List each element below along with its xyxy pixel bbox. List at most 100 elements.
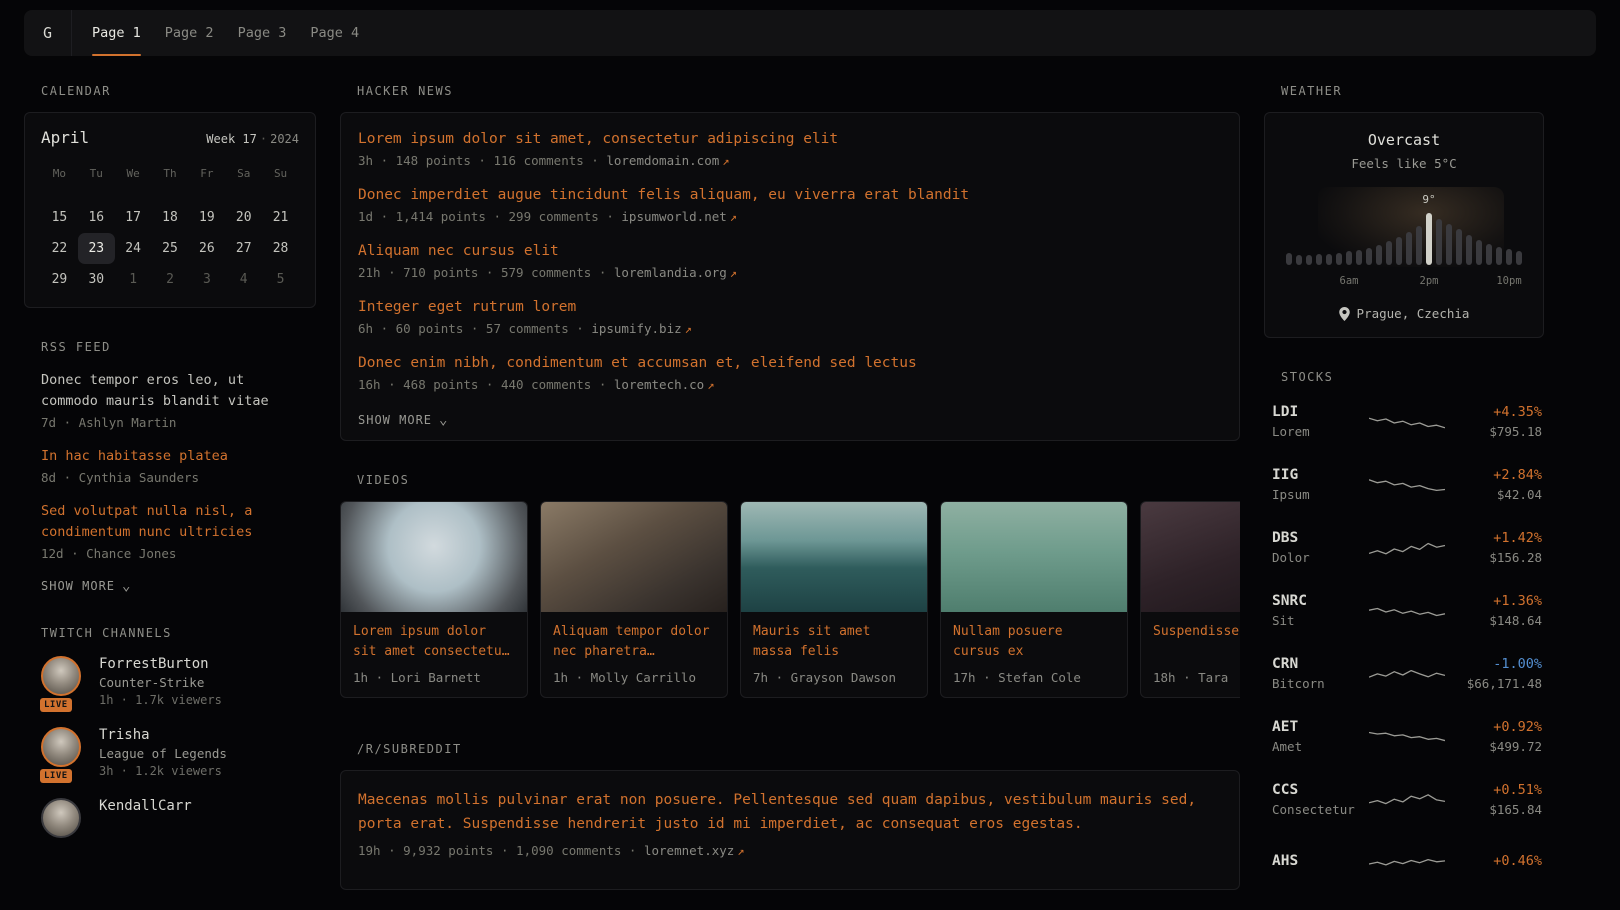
stock-info: DBS Dolor [1272,530,1359,565]
chevron-down-icon: ⌄ [122,582,131,590]
page-tabs: Page 1 Page 2 Page 3 Page 4 [80,10,371,56]
stocks-section: STOCKS LDI Lorem +4.35% $795.18 IIG [1264,370,1544,886]
video-body: Mauris sit amet massa felis 7h · Grayson… [741,612,927,697]
video-title-link[interactable]: Suspendisse diam [1153,622,1240,661]
external-link-icon: ↗ [730,266,737,280]
tab-page-4[interactable]: Page 4 [298,10,371,56]
twitch-channel-row[interactable]: KendallCarr [41,798,299,838]
stock-sparkline [1369,533,1445,563]
external-link-icon: ↗ [737,844,744,858]
rss-item-meta: 7d · Ashlyn Martin [41,415,299,430]
right-column: WEATHER Overcast Feels like 5°C 9° 6am2p… [1264,84,1544,902]
stock-info: IIG Ipsum [1272,467,1359,502]
hn-item-domain-link[interactable]: ipsumworld.net [621,209,726,224]
reddit-post-domain-link[interactable]: loremnet.xyz [644,843,734,858]
weather-bar [1386,241,1392,265]
reddit-post-meta: 19h · 9,932 points · 1,090 comments · lo… [358,843,1222,858]
hn-item-meta-text: 1d · 1,414 points · 299 comments · [358,209,614,224]
weather-bar [1296,255,1302,265]
reddit-post: Maecenas mollis pulvinar erat non posuer… [358,789,1222,858]
twitch-channel-row[interactable]: LIVE Trisha League of Legends 3h · 1.2k … [41,727,299,778]
video-title-link[interactable]: Mauris sit amet massa felis [753,622,915,661]
calendar-date: 5 [262,264,299,295]
stock-ticker: AHS [1272,853,1359,869]
video-card[interactable]: Aliquam tempor dolor nec pharetra… 1h · … [540,501,728,698]
weather-bar [1356,250,1362,265]
stock-row[interactable]: CCS Consectetur +0.51% $165.84 [1264,776,1544,823]
weather-time-labels: 6am2pm10pm [1286,275,1522,288]
hn-item: Integer eget rutrum lorem 6h · 60 points… [358,299,1222,336]
weather-bar [1346,251,1352,265]
subreddit-section: /R/SUBREDDIT Maecenas mollis pulvinar er… [340,742,1240,890]
video-card[interactable]: Lorem ipsum dolor sit amet consectetu… 1… [340,501,528,698]
video-card[interactable]: Suspendisse diam 18h · Tara [1140,501,1240,698]
twitch-channel-row[interactable]: LIVE ForrestBurton Counter-Strike 1h · 1… [41,656,299,707]
stock-row[interactable]: AHS +0.46% [1264,839,1544,886]
twitch-channel-game: League of Legends [99,746,227,761]
stock-ticker: CRN [1272,656,1359,672]
hn-item-domain-link[interactable]: loremlandia.org [614,265,727,280]
weather-bar [1516,251,1522,265]
weather-bar [1446,224,1452,265]
app-logo[interactable]: G [24,10,72,56]
weather-time-label: 2pm [1420,275,1439,287]
hn-item-title-link[interactable]: Lorem ipsum dolor sit amet, consectetur … [358,131,1222,147]
weather-bar [1486,244,1492,265]
video-title-link[interactable]: Aliquam tempor dolor nec pharetra… [553,622,715,661]
videos-scroller[interactable]: Lorem ipsum dolor sit amet consectetu… 1… [340,501,1240,698]
rss-item-title-link[interactable]: Sed volutpat nulla nisl, a condimentum n… [41,501,299,543]
video-card[interactable]: Nullam posuere cursus ex 17h · Stefan Co… [940,501,1128,698]
day-header: Mo [41,161,78,188]
stock-row[interactable]: IIG Ipsum +2.84% $42.04 [1264,461,1544,508]
day-header: Th [152,161,189,188]
hn-item-domain-link[interactable]: loremdomain.com [606,153,719,168]
stock-change: +0.46% [1455,853,1542,869]
hn-item-title-link[interactable]: Aliquam nec cursus elit [358,243,1222,259]
stock-row[interactable]: DBS Dolor +1.42% $156.28 [1264,524,1544,571]
video-title-link[interactable]: Lorem ipsum dolor sit amet consectetu… [353,622,515,661]
video-card[interactable]: Mauris sit amet massa felis 7h · Grayson… [740,501,928,698]
weather-section-title: WEATHER [1264,84,1544,98]
rss-section-title: RSS FEED [24,340,316,354]
stocks-section-title: STOCKS [1264,370,1544,384]
stock-values: +0.51% $165.84 [1455,782,1542,817]
hn-item-title-link[interactable]: Donec imperdiet augue tincidunt felis al… [358,187,1222,203]
weather-bar [1336,253,1342,265]
hn-item-title-link[interactable]: Donec enim nibh, condimentum et accumsan… [358,355,1222,371]
calendar-date: 15 [41,202,78,233]
hn-item: Lorem ipsum dolor sit amet, consectetur … [358,131,1222,168]
rss-item-title-link[interactable]: In hac habitasse platea [41,446,299,467]
rss-item: Donec tempor eros leo, ut commodo mauris… [41,370,299,430]
hn-item-domain-link[interactable]: loremtech.co [614,377,704,392]
stock-values: +4.35% $795.18 [1455,404,1542,439]
stock-row[interactable]: SNRC Sit +1.36% $148.64 [1264,587,1544,634]
tab-page-3[interactable]: Page 3 [226,10,299,56]
stock-sparkline [1369,470,1445,500]
calendar-separator: · [260,132,267,146]
tab-page-1[interactable]: Page 1 [80,10,153,56]
videos-section-title: VIDEOS [340,473,1240,487]
weather-bar [1406,232,1412,265]
rss-item-meta: 12d · Chance Jones [41,546,299,561]
reddit-post-title-link[interactable]: Maecenas mollis pulvinar erat non posuer… [358,789,1222,837]
calendar-date: 28 [262,233,299,264]
hn-item-meta: 6h · 60 points · 57 comments · ipsumify.… [358,321,1222,336]
rss-show-more-button[interactable]: SHOW MORE ⌄ [41,579,131,593]
calendar-header: April Week 17·2024 [41,128,299,147]
stock-name: Consectetur [1272,802,1359,817]
calendar-week-info: Week 17·2024 [206,132,299,146]
rss-item-meta: 8d · Cynthia Saunders [41,470,299,485]
rss-item-title-link[interactable]: Donec tempor eros leo, ut commodo mauris… [41,370,299,412]
tab-page-2[interactable]: Page 2 [153,10,226,56]
stock-row[interactable]: AET Amet +0.92% $499.72 [1264,713,1544,760]
avatar [41,656,81,696]
hn-item-domain-link[interactable]: ipsumify.biz [591,321,681,336]
stock-values: +0.92% $499.72 [1455,719,1542,754]
stock-row[interactable]: LDI Lorem +4.35% $795.18 [1264,398,1544,445]
stock-row[interactable]: CRN Bitcorn -1.00% $66,171.48 [1264,650,1544,697]
video-title-link[interactable]: Nullam posuere cursus ex [953,622,1115,661]
hn-show-more-button[interactable]: SHOW MORE ⌄ [358,413,448,427]
hn-item-title-link[interactable]: Integer eget rutrum lorem [358,299,1222,315]
twitch-channel-name: KendallCarr [99,798,192,814]
twitch-section-title: TWITCH CHANNELS [24,626,316,640]
